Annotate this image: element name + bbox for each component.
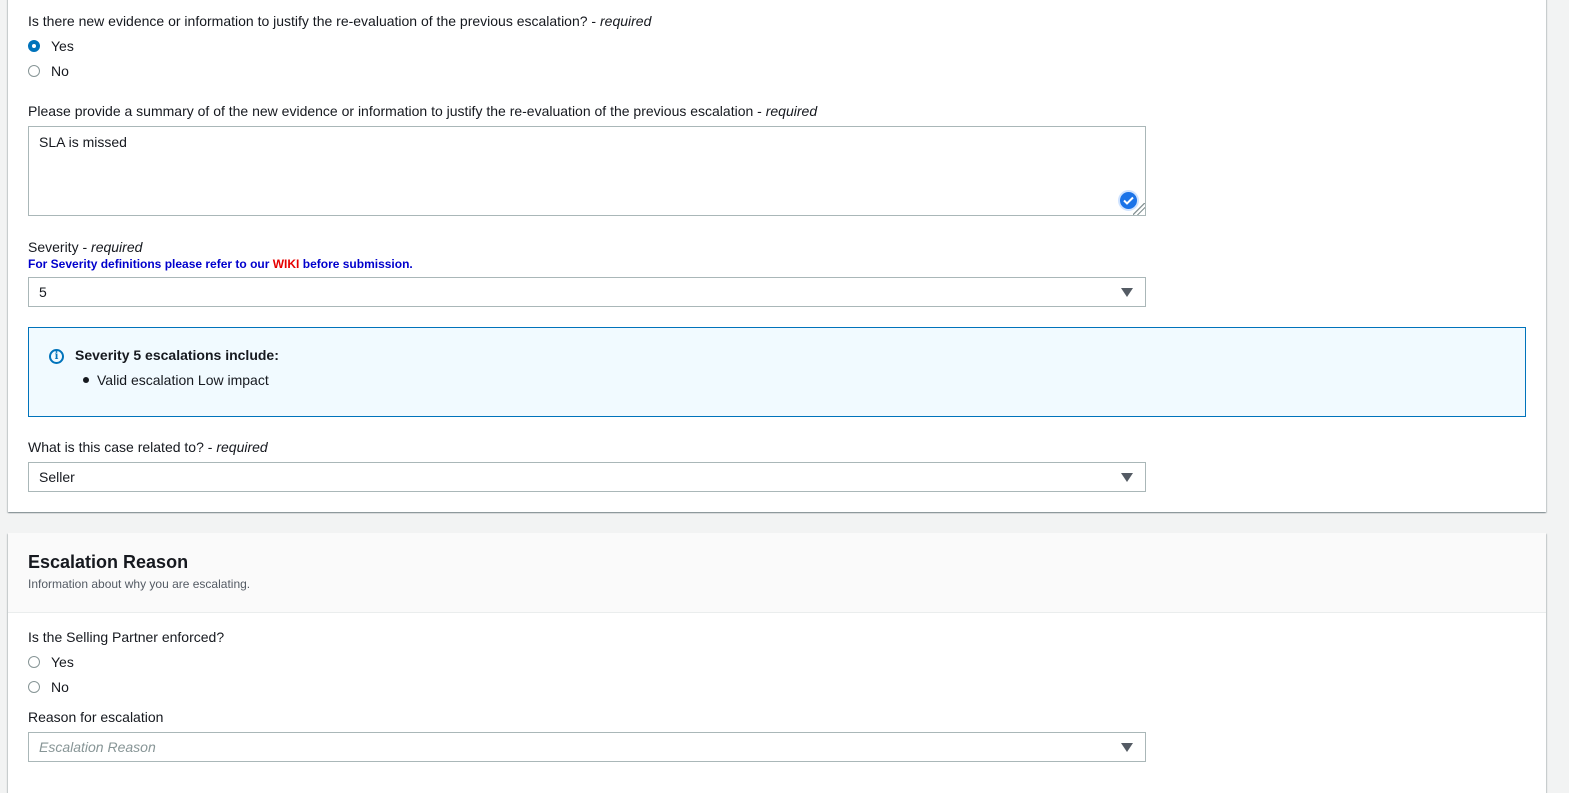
evidence-no-radio[interactable]: No bbox=[28, 61, 69, 81]
escalation-reason-placeholder: Escalation Reason bbox=[39, 739, 156, 755]
section-header: Escalation Reason Information about why … bbox=[8, 533, 1546, 613]
enforced-no-radio[interactable]: No bbox=[28, 677, 69, 697]
severity-info-item: Valid escalation Low impact bbox=[97, 372, 269, 388]
enforced-no-label: No bbox=[51, 679, 69, 695]
caret-down-icon bbox=[1121, 473, 1133, 482]
radio-empty-icon[interactable] bbox=[28, 656, 40, 668]
case-related-value: Seller bbox=[39, 469, 75, 485]
caret-down-icon bbox=[1121, 743, 1133, 752]
severity-hint: For Severity definitions please refer to… bbox=[28, 257, 413, 271]
radio-selected-icon[interactable] bbox=[28, 40, 40, 52]
severity-info-title: Severity 5 escalations include: bbox=[75, 347, 279, 363]
section-title: Escalation Reason bbox=[28, 552, 189, 572]
summary-value: SLA is missed bbox=[39, 134, 127, 150]
case-related-select[interactable]: Seller bbox=[28, 462, 1146, 492]
enforced-yes-radio[interactable]: Yes bbox=[28, 652, 74, 672]
severity-select[interactable]: 5 bbox=[28, 277, 1146, 307]
escalation-reason-select[interactable]: Escalation Reason bbox=[28, 732, 1146, 762]
escalation-reason-label: Reason for escalation bbox=[28, 709, 164, 725]
info-icon: i bbox=[49, 349, 64, 364]
escalation-reason-card: Escalation Reason Information about why … bbox=[8, 533, 1546, 793]
evidence-no-label: No bbox=[51, 63, 69, 79]
enforced-yes-label: Yes bbox=[51, 654, 74, 670]
section-subtitle: Information about why you are escalating… bbox=[28, 577, 251, 591]
severity-info-alert: i Severity 5 escalations include: Valid … bbox=[28, 327, 1526, 417]
radio-empty-icon[interactable] bbox=[28, 681, 40, 693]
summary-textarea[interactable]: SLA is missed bbox=[28, 126, 1146, 216]
case-related-label: What is this case related to? - required bbox=[28, 439, 268, 455]
caret-down-icon bbox=[1121, 288, 1133, 297]
escalation-details-card: Is there new evidence or information to … bbox=[8, 0, 1546, 512]
severity-label: Severity - required bbox=[28, 239, 143, 255]
bullet-icon bbox=[83, 377, 89, 384]
resize-handle-icon[interactable] bbox=[1133, 203, 1145, 215]
summary-label: Please provide a summary of of the new e… bbox=[28, 103, 818, 119]
severity-value: 5 bbox=[39, 284, 47, 300]
severity-info-list: Valid escalation Low impact bbox=[75, 372, 269, 388]
radio-empty-icon[interactable] bbox=[28, 65, 40, 77]
evidence-question-label: Is there new evidence or information to … bbox=[28, 13, 652, 29]
wiki-link[interactable]: WIKI bbox=[273, 257, 300, 271]
evidence-yes-radio[interactable]: Yes bbox=[28, 36, 74, 56]
enforced-question-label: Is the Selling Partner enforced? bbox=[28, 629, 225, 645]
evidence-yes-label: Yes bbox=[51, 38, 74, 54]
